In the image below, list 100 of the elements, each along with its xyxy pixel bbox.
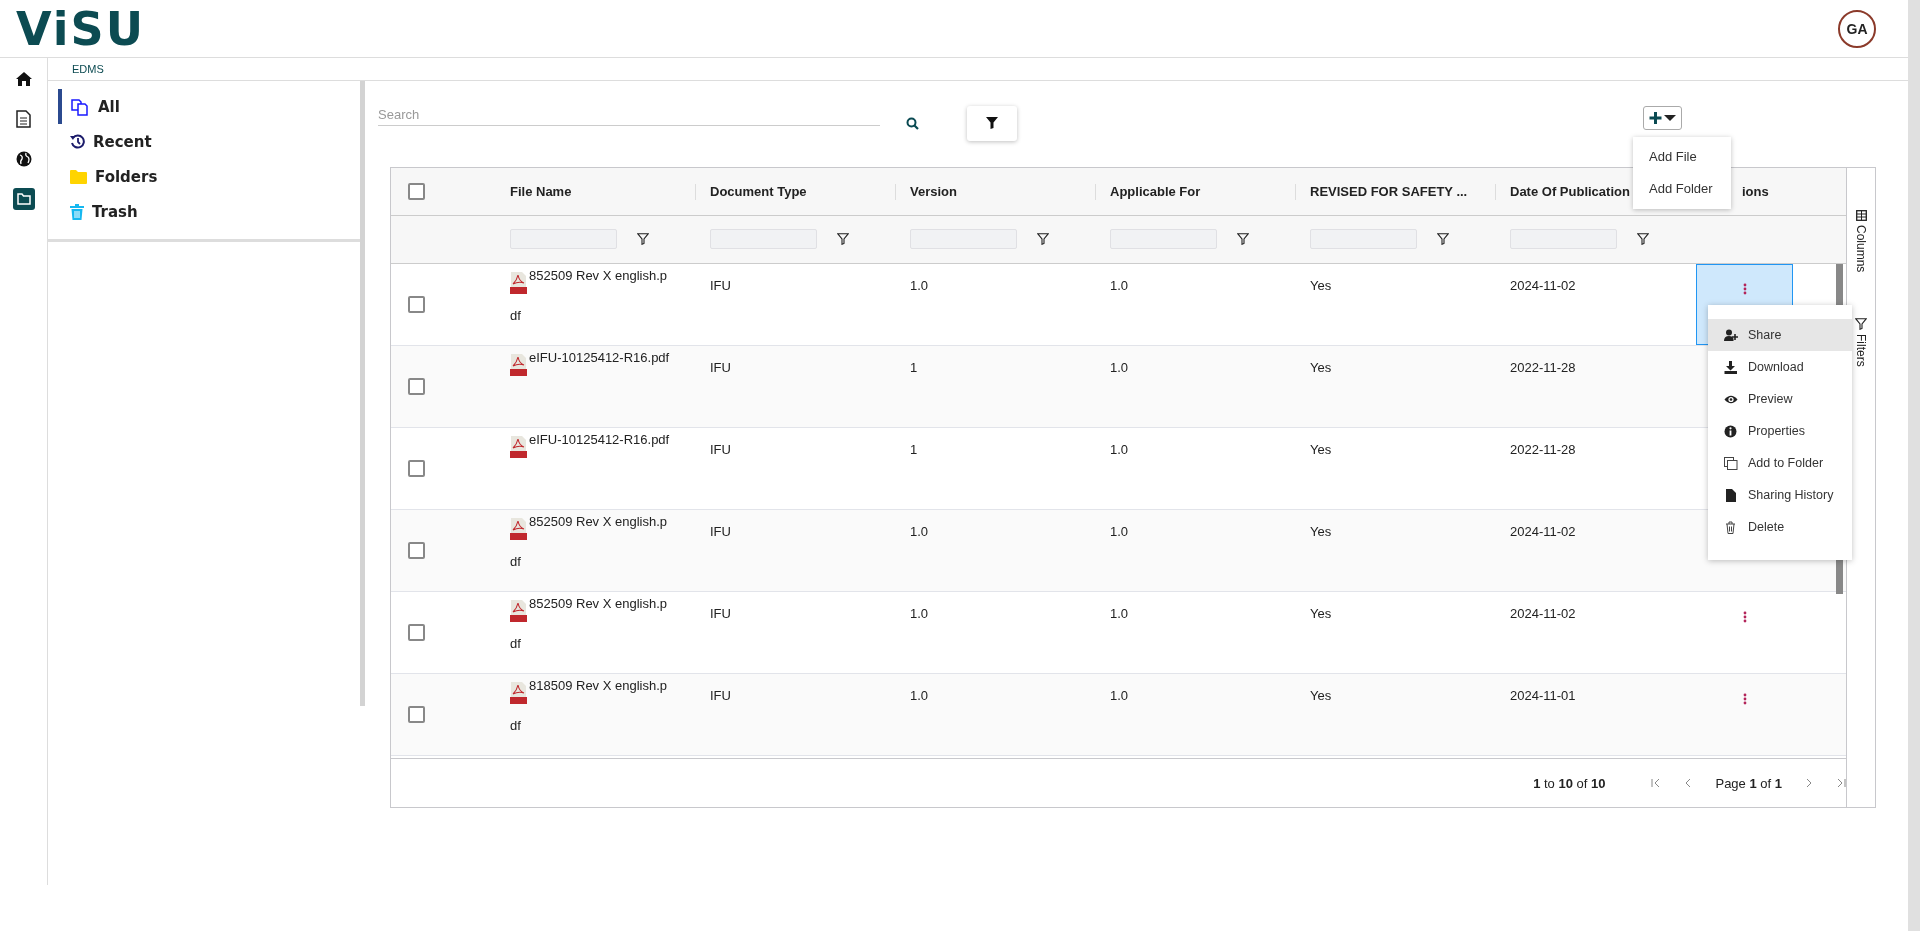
table-cell: Yes [1310,359,1332,375]
download-icon [1724,360,1738,374]
filter-icon[interactable] [1037,233,1049,246]
table-cell: IFU [710,523,731,539]
table-cell: Yes [1310,277,1332,293]
table-cell: IFU [710,441,731,457]
row-checkbox[interactable] [408,541,425,559]
trash-icon [70,203,84,220]
filter-icon[interactable] [1437,233,1449,246]
documents-icon [70,96,90,117]
more-vertical-icon[interactable] [1742,610,1747,623]
table-cell: Yes [1310,687,1332,703]
column-header[interactable]: REVISED FOR SAFETY ... [1310,183,1468,199]
filters-tab[interactable]: Filters [1854,318,1868,368]
columns-icon [1855,210,1867,221]
home-icon [14,71,33,87]
rail-folder-button[interactable] [12,188,35,210]
select-all-checkbox[interactable] [408,182,425,200]
menu-item[interactable]: Delete [1708,511,1852,543]
menu-item[interactable]: Share [1708,319,1852,351]
filter-icon[interactable] [837,233,849,246]
table-cell: 2024-11-01 [1510,687,1576,703]
table-cell: 2024-11-02 [1510,523,1576,539]
pdf-icon [510,353,527,376]
table-cell: 1.0 [1110,277,1129,293]
menu-item[interactable]: Add to Folder [1708,447,1852,479]
table-cell: Yes [1310,523,1332,539]
table-cell: 1 [910,441,918,457]
filter-icon[interactable] [1637,233,1649,246]
pdf-icon [510,517,527,540]
column-header[interactable]: Applicable For [1110,183,1201,199]
file-icon [1724,488,1738,502]
user-plus-icon [1724,328,1738,342]
column-header[interactable]: Version [910,183,957,199]
sidebar-item[interactable]: Trash [58,194,360,229]
columns-tab[interactable]: Columns [1854,210,1868,273]
plus-caret-icon [1648,111,1677,125]
last-page-icon[interactable] [1836,778,1846,789]
table-cell: Yes [1310,605,1332,621]
menu-item[interactable]: Preview [1708,383,1852,415]
copy-icon [1724,456,1738,470]
funnel-icon [986,117,998,129]
sidebar-item[interactable]: Recent [58,124,360,159]
history-icon [70,134,85,149]
file-name[interactable]: 852509 Rev X english.pdf [510,583,670,664]
breadcrumb[interactable]: EDMS [72,63,104,75]
table-cell: IFU [710,277,731,293]
table-cell: 1.0 [910,277,929,293]
document-icon [16,110,31,128]
table-cell: 2024-11-02 [1510,277,1576,293]
folder-icon [70,169,87,184]
add-button[interactable] [1643,106,1682,130]
page-scrollbar[interactable] [1908,0,1920,931]
table-cell: IFU [710,605,731,621]
more-vertical-icon[interactable] [1742,282,1747,295]
column-header[interactable]: ions [1742,183,1769,199]
table-cell: 1.0 [1110,605,1129,621]
logo: ViSU [16,1,146,56]
table-cell: 1.0 [1110,441,1129,457]
table-cell: 1.0 [1110,687,1129,703]
more-vertical-icon[interactable] [1742,692,1747,705]
table-cell: 1.0 [910,687,929,703]
file-name[interactable]: eIFU-10125412-R16.pdf [510,419,670,460]
user-avatar[interactable]: GA [1838,9,1876,48]
row-checkbox[interactable] [408,377,425,395]
filter-icon[interactable] [637,233,649,246]
column-header[interactable]: Document Type [710,183,807,199]
row-checkbox[interactable] [408,459,425,477]
file-name[interactable]: 818509 Rev X english.pdf [510,665,670,746]
row-checkbox[interactable] [408,705,425,723]
table-cell: 1 [910,359,918,375]
menu-item[interactable]: Add Folder [1633,173,1731,205]
sidebar-item[interactable]: All [58,89,360,124]
trash-icon [1724,520,1738,534]
row-checkbox[interactable] [408,295,425,313]
next-page-icon[interactable] [1804,778,1814,789]
table-cell: 2022-11-28 [1510,359,1576,375]
row-checkbox[interactable] [408,623,425,641]
file-name[interactable]: 852509 Rev X english.pdf [510,501,670,582]
pdf-icon [510,599,527,622]
menu-item[interactable]: Download [1708,351,1852,383]
menu-item[interactable]: Properties [1708,415,1852,447]
globe-icon [15,151,32,167]
filter-icon[interactable] [1237,233,1249,246]
table-cell: Yes [1310,441,1332,457]
table-cell: 1.0 [1110,359,1129,375]
table-cell: 1.0 [910,523,929,539]
filter-button[interactable] [967,105,1017,141]
file-name[interactable]: eIFU-10125412-R16.pdf [510,337,670,378]
row-count: 1 to 10 of 10 [1533,775,1606,791]
table-cell: IFU [710,359,731,375]
menu-item[interactable]: Add File [1633,141,1731,173]
table-cell: IFU [710,687,731,703]
sidebar-item[interactable]: Folders [58,159,360,194]
column-header[interactable]: Date Of Publication [1510,183,1630,199]
table-cell: 1.0 [1110,523,1129,539]
first-page-icon[interactable] [1651,778,1662,789]
search-icon[interactable] [906,116,919,130]
column-header[interactable]: File Name [510,183,572,199]
menu-item[interactable]: Sharing History [1708,479,1852,511]
